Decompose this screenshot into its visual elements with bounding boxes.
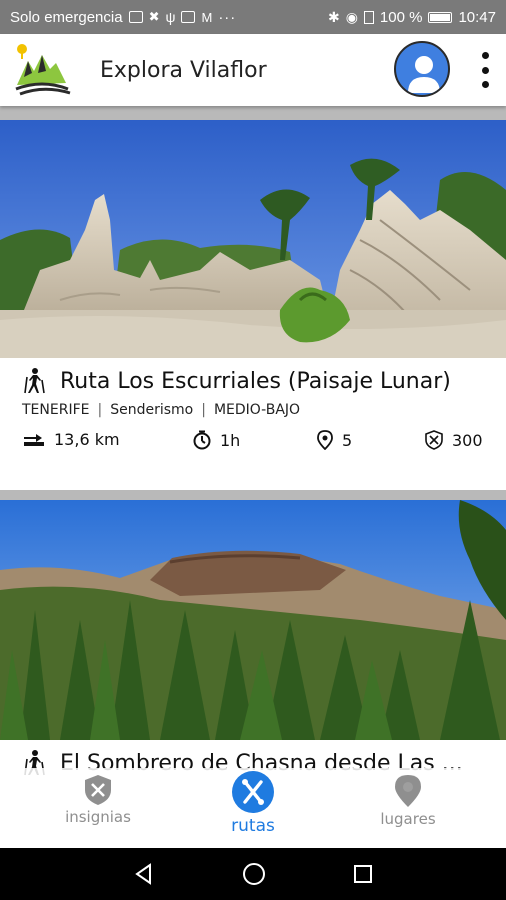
lunar-landscape-image <box>0 120 506 358</box>
clock-time: 10:47 <box>458 8 496 26</box>
more-notifications-icon: ··· <box>218 8 237 26</box>
game-notification-icon: ✖ <box>148 9 160 24</box>
wifi-icon: ◉ <box>345 8 358 25</box>
battery-percent: 100 % <box>379 8 423 26</box>
carrier-text: Solo emergencia <box>10 8 123 26</box>
points-stat: 300 <box>424 430 483 450</box>
place-pin-icon <box>395 775 421 807</box>
tag-activity: Senderismo <box>110 402 194 418</box>
points-value: 300 <box>452 430 483 450</box>
recents-icon[interactable] <box>352 863 374 885</box>
nav-label-insignias: insignias <box>65 808 131 826</box>
route-card[interactable]: Ruta Los Escurriales (Paisaje Lunar) TEN… <box>0 120 506 490</box>
duration-stat: 1h <box>192 430 240 450</box>
nav-tab-insignias[interactable]: insignias <box>43 774 153 826</box>
route-title-row: Ruta Los Escurriales (Paisaje Lunar) <box>0 358 506 394</box>
sombrero-de-chasna-image <box>0 500 506 740</box>
home-icon[interactable] <box>241 861 267 887</box>
image-notification-icon <box>128 11 143 23</box>
battery-icon <box>428 11 453 23</box>
tag-difficulty: MEDIO-BAJO <box>213 402 301 418</box>
app-bar: Explora Vilaflor <box>0 34 506 106</box>
gmail-icon: M <box>201 9 213 25</box>
distance-stat: 13,6 km <box>22 430 120 449</box>
nav-label-rutas: rutas <box>231 816 275 836</box>
usb-icon: ψ <box>165 9 176 25</box>
user-avatar[interactable] <box>394 41 450 97</box>
app-screen: Solo emergencia ✖ ψ M ··· ✱ ◉ 100 % 10:4… <box>0 0 506 900</box>
badge-icon <box>85 775 111 805</box>
route-list[interactable]: Ruta Los Escurriales (Paisaje Lunar) TEN… <box>0 106 506 848</box>
distance-value: 13,6 km <box>54 430 120 449</box>
back-icon[interactable] <box>132 862 156 886</box>
bottom-navigation: insignias rutas lugares <box>0 768 506 848</box>
overflow-menu-icon[interactable] <box>476 52 494 88</box>
system-navigation-bar <box>0 848 506 900</box>
distance-icon <box>24 433 44 446</box>
stopwatch-icon <box>193 430 211 450</box>
route-photo[interactable] <box>0 120 506 358</box>
duration-value: 1h <box>220 430 241 450</box>
mail-icon <box>181 11 196 23</box>
route-title: Ruta Los Escurriales (Paisaje Lunar) <box>60 368 451 394</box>
places-value: 5 <box>342 430 353 450</box>
tag-separator: | <box>201 402 206 418</box>
tag-separator: | <box>97 402 103 418</box>
places-stat: 5 <box>316 430 352 450</box>
place-pin-icon <box>317 430 333 450</box>
user-profile-icon <box>408 56 440 93</box>
status-bar: Solo emergencia ✖ ψ M ··· ✱ ◉ 100 % 10:4… <box>0 0 506 34</box>
sim-icon <box>363 10 374 24</box>
route-photo[interactable] <box>0 500 506 740</box>
bluetooth-icon: ✱ <box>327 8 340 25</box>
route-tags: TENERIFE | Senderismo | MEDIO-BAJO <box>22 402 506 418</box>
app-title: Explora Vilaflor <box>100 57 267 83</box>
nav-tab-rutas[interactable]: rutas <box>198 770 308 836</box>
app-logo-icon[interactable] <box>12 39 74 101</box>
nav-label-lugares: lugares <box>380 810 436 828</box>
badge-shield-icon <box>425 430 443 450</box>
hiker-icon <box>24 368 45 394</box>
route-icon <box>232 771 274 813</box>
nav-tab-lugares[interactable]: lugares <box>353 774 463 828</box>
route-stats: 13,6 km 1h 5 300 <box>0 424 506 456</box>
tag-island: TENERIFE <box>22 402 90 418</box>
